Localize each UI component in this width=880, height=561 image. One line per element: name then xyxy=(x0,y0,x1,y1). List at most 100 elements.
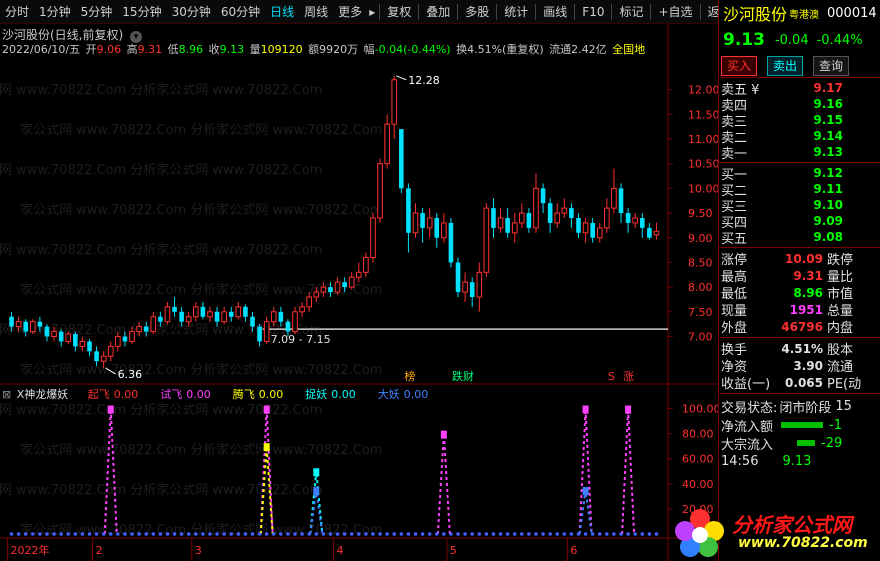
candle-body[interactable] xyxy=(412,212,419,234)
candle-body[interactable] xyxy=(533,187,539,229)
sell-button[interactable]: 卖出 xyxy=(767,55,803,76)
candle-body[interactable] xyxy=(399,129,404,189)
candle-body[interactable] xyxy=(547,203,553,223)
candle-body[interactable] xyxy=(30,321,36,333)
candle-body[interactable] xyxy=(285,321,291,332)
candle-body[interactable] xyxy=(426,217,433,229)
candle-body[interactable] xyxy=(462,281,468,293)
period-tab-5[interactable]: 60分钟 xyxy=(216,0,265,24)
candle-body[interactable] xyxy=(150,316,157,333)
candle-body[interactable] xyxy=(611,187,617,209)
candle-body[interactable] xyxy=(79,340,86,347)
period-tab-0[interactable]: 分时 xyxy=(0,0,34,24)
candle-body[interactable] xyxy=(313,291,320,298)
candle-body[interactable] xyxy=(193,306,199,318)
candle-body[interactable] xyxy=(122,336,128,342)
candle-body[interactable] xyxy=(115,336,121,347)
candle-body[interactable] xyxy=(476,271,483,298)
candle-body[interactable] xyxy=(207,311,213,318)
candle-body[interactable] xyxy=(129,331,135,342)
period-tab-6[interactable]: 日线 xyxy=(265,0,299,24)
tool-button-4[interactable]: 画线 xyxy=(538,0,572,24)
candle-body[interactable] xyxy=(526,213,532,228)
candle-body[interactable] xyxy=(356,271,362,278)
candle-body[interactable] xyxy=(406,188,411,233)
tool-button-1[interactable]: 叠加 xyxy=(421,0,455,24)
candle-body[interactable] xyxy=(228,311,234,317)
candle-body[interactable] xyxy=(250,316,255,327)
candle-body[interactable] xyxy=(65,333,72,342)
candle-body[interactable] xyxy=(391,79,398,125)
candle-body[interactable] xyxy=(37,321,43,327)
candle-body[interactable] xyxy=(172,306,177,312)
candle-body[interactable] xyxy=(328,287,333,293)
candle-body[interactable] xyxy=(519,212,525,224)
indicator-name[interactable]: X神龙爆妖 xyxy=(17,388,69,401)
candle-body[interactable] xyxy=(590,222,595,238)
candle-body[interactable] xyxy=(185,316,192,323)
candle-body[interactable] xyxy=(448,222,454,263)
candle-body[interactable] xyxy=(243,306,248,317)
candle-body[interactable] xyxy=(23,321,29,332)
candle-body[interactable] xyxy=(384,123,390,165)
candle-body[interactable] xyxy=(554,212,561,224)
candle-body[interactable] xyxy=(455,262,461,293)
candle-body[interactable] xyxy=(214,311,220,322)
tool-button-6[interactable]: 标记 xyxy=(614,0,648,24)
candle-body[interactable] xyxy=(511,222,518,234)
candle-body[interactable] xyxy=(58,331,64,342)
candle-body[interactable] xyxy=(73,334,78,347)
candle-body[interactable] xyxy=(299,306,305,313)
candle-body[interactable] xyxy=(348,276,355,288)
tool-button-3[interactable]: 统计 xyxy=(499,0,533,24)
candle-body[interactable] xyxy=(179,311,184,322)
period-tab-8[interactable]: 更多 xyxy=(333,0,367,24)
candle-body[interactable] xyxy=(320,286,327,293)
candle-body[interactable] xyxy=(158,316,163,322)
candle-body[interactable] xyxy=(434,218,440,238)
candle-body[interactable] xyxy=(44,326,50,337)
candle-body[interactable] xyxy=(87,341,92,352)
period-tab-1[interactable]: 1分钟 xyxy=(34,0,76,24)
candle-body[interactable] xyxy=(263,321,270,342)
tool-button-2[interactable]: 多股 xyxy=(460,0,494,24)
period-tab-7[interactable]: 周线 xyxy=(299,0,333,24)
candle-body[interactable] xyxy=(653,230,660,236)
period-tab-3[interactable]: 15分钟 xyxy=(117,0,166,24)
candle-body[interactable] xyxy=(107,345,114,357)
candle-body[interactable] xyxy=(164,306,171,323)
candle-body[interactable] xyxy=(647,227,652,238)
candle-body[interactable] xyxy=(625,213,631,223)
candle-body[interactable] xyxy=(582,222,589,234)
buy-button[interactable]: 买入 xyxy=(721,55,757,76)
candle-body[interactable] xyxy=(561,207,568,214)
indicator-collapse-icon[interactable]: ⊠ xyxy=(2,388,11,401)
candle-body[interactable] xyxy=(334,281,341,293)
candle-body[interactable] xyxy=(618,188,624,214)
candle-body[interactable] xyxy=(15,321,22,328)
query-button[interactable]: 查询 xyxy=(813,55,849,76)
candle-body[interactable] xyxy=(469,282,475,297)
candle-body[interactable] xyxy=(483,207,490,273)
candle-body[interactable] xyxy=(200,306,206,317)
candle-body[interactable] xyxy=(491,208,496,228)
candle-body[interactable] xyxy=(51,331,57,337)
candle-body[interactable] xyxy=(100,355,107,362)
tool-button-7[interactable]: +自选 xyxy=(653,0,697,24)
period-tab-2[interactable]: 5分钟 xyxy=(76,0,118,24)
candle-body[interactable] xyxy=(306,296,312,308)
bids-row[interactable]: 买五 9.08 xyxy=(719,229,880,247)
candle-body[interactable] xyxy=(94,351,99,362)
candle-body[interactable] xyxy=(292,311,298,333)
candle-body[interactable] xyxy=(604,207,610,229)
candle-body[interactable] xyxy=(235,306,242,318)
candle-body[interactable] xyxy=(221,311,227,323)
candle-body[interactable] xyxy=(136,326,142,333)
candle-body[interactable] xyxy=(370,217,376,258)
candle-body[interactable] xyxy=(596,227,603,239)
candle-body[interactable] xyxy=(576,218,581,233)
more-arrow-icon[interactable]: ▸ xyxy=(367,0,377,24)
candle-body[interactable] xyxy=(639,218,645,228)
candle-body[interactable] xyxy=(257,326,262,342)
candle-body[interactable] xyxy=(270,311,277,323)
